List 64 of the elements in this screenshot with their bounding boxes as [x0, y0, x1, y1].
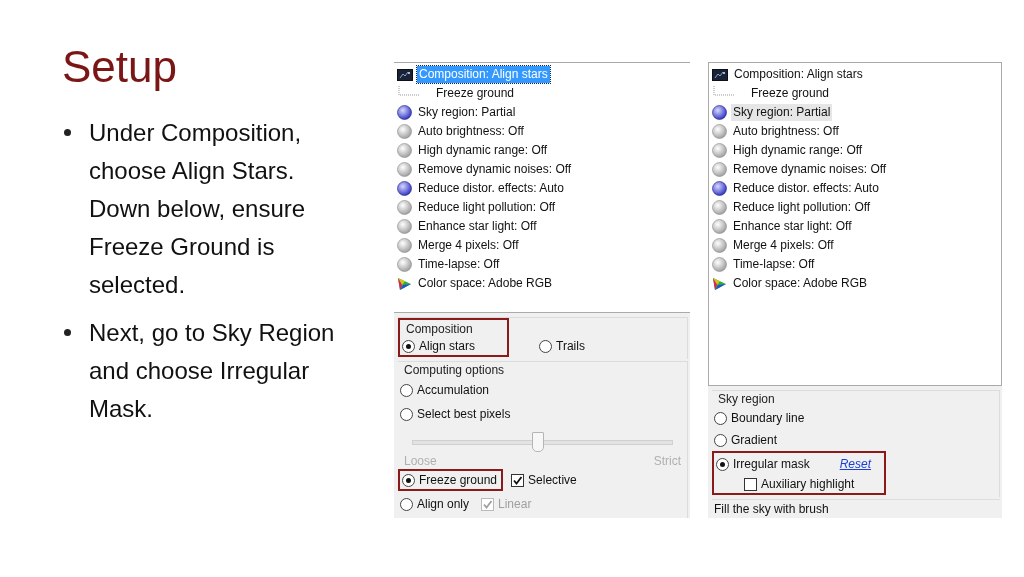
- checkbox[interactable]: [744, 477, 757, 491]
- tree-item[interactable]: Enhance star light: Off: [731, 218, 854, 235]
- color-triangle-icon: [397, 276, 412, 291]
- slide-title: Setup: [62, 42, 178, 92]
- tree-item[interactable]: Merge 4 pixels: Off: [731, 237, 836, 254]
- bullet-icon: [64, 329, 71, 336]
- slider-min-label: Loose: [404, 454, 437, 468]
- group-title: Computing options: [403, 362, 506, 378]
- radio-button[interactable]: [714, 411, 727, 425]
- option-label[interactable]: Align only: [417, 497, 470, 511]
- option-label[interactable]: Gradient: [731, 433, 778, 447]
- tree-item[interactable]: Remove dynamic noises: Off: [731, 161, 889, 178]
- option-label[interactable]: Accumulation: [417, 383, 490, 397]
- tree-item[interactable]: Composition: Align stars: [732, 66, 865, 83]
- radio-button[interactable]: [400, 407, 413, 421]
- slider-track[interactable]: [412, 432, 673, 452]
- tree-item[interactable]: Time-lapse: Off: [731, 256, 817, 273]
- tree-item[interactable]: Reduce light pollution: Off: [731, 199, 873, 216]
- radio-button[interactable]: [400, 497, 413, 511]
- option-label[interactable]: Boundary line: [731, 411, 805, 425]
- slider-max-label: Strict: [653, 454, 681, 468]
- tree-item[interactable]: Merge 4 pixels: Off: [416, 237, 521, 254]
- image-icon: [712, 68, 728, 81]
- tree-connector-icon: [713, 85, 735, 96]
- radio-button[interactable]: [402, 473, 415, 487]
- tree-item[interactable]: Freeze ground: [434, 85, 517, 102]
- color-triangle-icon: [712, 276, 727, 291]
- checkbox[interactable]: [511, 473, 525, 487]
- bullet-text: Next, go to Sky Region and choose Irregular Mask.: [89, 318, 336, 424]
- radio-button[interactable]: [539, 339, 553, 353]
- tree-item[interactable]: Remove dynamic noises: Off: [416, 161, 574, 178]
- tree-item[interactable]: High dynamic range: Off: [416, 142, 550, 159]
- tree-item[interactable]: Freeze ground: [749, 85, 832, 102]
- tree-item[interactable]: Enhance star light: Off: [416, 218, 539, 235]
- tree-item[interactable]: Time-lapse: Off: [416, 256, 502, 273]
- tree-item[interactable]: Color space: Adobe RGB: [416, 275, 555, 292]
- hint-text: Fill the sky with brush: [712, 499, 1000, 518]
- reset-link[interactable]: Reset: [839, 457, 872, 471]
- image-icon: [397, 68, 413, 81]
- tree-item[interactable]: Sky region: Partial: [731, 104, 833, 121]
- radio-button[interactable]: [714, 433, 727, 447]
- radio-button[interactable]: [400, 383, 413, 397]
- option-label[interactable]: Auxiliary highlight: [761, 477, 855, 491]
- bullet-icon: [64, 129, 71, 136]
- radio-button[interactable]: [402, 339, 415, 353]
- option-label[interactable]: Trails: [556, 339, 585, 353]
- option-label[interactable]: Selective: [528, 473, 577, 487]
- tree-item[interactable]: Reduce distor. effects: Auto: [416, 180, 566, 197]
- tree-item[interactable]: Reduce distor. effects: Auto: [731, 180, 881, 197]
- tree-item[interactable]: High dynamic range: Off: [731, 142, 865, 159]
- tree-item[interactable]: Reduce light pollution: Off: [416, 199, 558, 216]
- group-title: Sky region: [717, 391, 776, 407]
- option-label[interactable]: Freeze ground: [419, 473, 498, 487]
- group-title: Composition: [405, 321, 474, 337]
- tree-item[interactable]: Sky region: Partial: [416, 104, 518, 121]
- option-label[interactable]: Irregular mask: [733, 457, 810, 471]
- tree-item[interactable]: Auto brightness: Off: [731, 123, 841, 140]
- option-label[interactable]: Align stars: [419, 339, 476, 353]
- tree-connector-icon: [398, 85, 420, 96]
- tree-item[interactable]: Color space: Adobe RGB: [731, 275, 870, 292]
- option-label[interactable]: Select best pixels: [417, 407, 511, 421]
- tree-item[interactable]: Auto brightness: Off: [416, 123, 526, 140]
- bullet-text: Under Composition, choose Align Stars. Down below, ensure Freeze Ground is selected.: [89, 118, 307, 300]
- radio-button[interactable]: [716, 457, 729, 471]
